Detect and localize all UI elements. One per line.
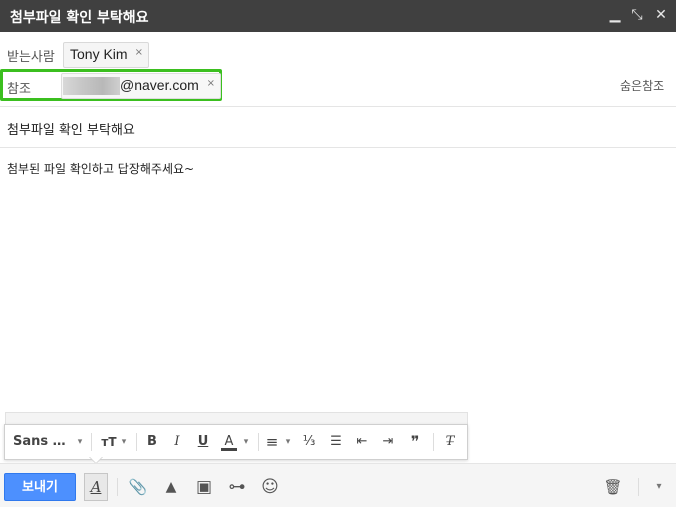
bold-icon[interactable]: B (143, 433, 161, 451)
toolbar-separator (136, 433, 137, 451)
google-drive-icon[interactable]: ▲ (161, 477, 181, 497)
quote-icon[interactable]: ❞ (406, 433, 424, 451)
compose-window-title: 첨부파일 확인 부탁해요 (10, 10, 149, 26)
italic-icon[interactable]: I (168, 433, 186, 451)
indent-more-icon[interactable]: ⇥ (379, 433, 397, 451)
toolbar-separator (91, 433, 92, 451)
font-size-icon[interactable]: тT (99, 433, 119, 451)
bcc-link[interactable]: 숨은참조 (620, 77, 664, 94)
recipient-name: Tony Kim (70, 46, 128, 62)
color-dropdown-icon[interactable]: ▾ (241, 433, 251, 451)
to-row[interactable]: 받는사람 Tony Kim × (0, 38, 676, 70)
insert-photo-icon[interactable]: ▣ (194, 477, 214, 497)
formatting-options-icon[interactable]: A (84, 473, 108, 501)
compose-bottom-bar: 보내기 A 📎 ▲ ▣ ⊶ ☺ 🗑 ▾ (0, 463, 676, 507)
bottom-separator (638, 478, 639, 496)
insert-link-icon[interactable]: ⊶ (227, 477, 247, 497)
cc-label: 참조 (7, 82, 31, 97)
font-dropdown-icon[interactable]: ▾ (75, 433, 85, 451)
send-button[interactable]: 보내기 (4, 473, 76, 501)
remove-cc-icon[interactable]: × (207, 78, 215, 89)
emoji-icon[interactable]: ☺ (260, 477, 280, 497)
message-body[interactable]: 첨부된 파일 확인하고 답장해주세요~ (7, 160, 194, 177)
toolbar-separator (258, 433, 259, 451)
to-label: 받는사람 (7, 50, 55, 65)
cc-email: @naver.com (120, 77, 199, 93)
size-dropdown-icon[interactable]: ▾ (119, 433, 129, 451)
redacted-email-blur (63, 77, 120, 95)
subject-field[interactable]: 첨부파일 확인 부탁해요 (7, 119, 135, 138)
formatting-toolbar: Sans … ▾ тT ▾ B I U A ▾ ≡ ▾ ⅓ ☰ ⇤ ⇥ ❞ T̶ (4, 424, 468, 460)
remove-recipient-icon[interactable]: × (135, 47, 143, 58)
align-icon[interactable]: ≡ (264, 433, 280, 451)
bottom-separator (117, 478, 118, 496)
toolbar-separator (433, 433, 434, 451)
expand-icon[interactable]: ⤡ (628, 6, 646, 24)
header-divider (0, 106, 676, 107)
underline-icon[interactable]: U (194, 433, 212, 451)
clear-formatting-icon[interactable]: T̶ (441, 433, 459, 451)
font-family-select[interactable]: Sans … (13, 433, 71, 451)
more-options-icon[interactable]: ▾ (649, 477, 669, 497)
compose-title-bar[interactable]: 첨부파일 확인 부탁해요 ▁ ⤡ ✕ (0, 0, 676, 32)
minimize-icon[interactable]: ▁ (606, 6, 624, 24)
discard-draft-icon[interactable]: 🗑 (603, 477, 623, 497)
text-color-icon[interactable]: A (221, 433, 237, 451)
subject-divider (0, 147, 676, 148)
attach-files-icon[interactable]: 📎 (128, 477, 148, 497)
close-icon[interactable]: ✕ (652, 6, 670, 24)
indent-less-icon[interactable]: ⇤ (353, 433, 371, 451)
recipient-chip[interactable]: Tony Kim × (63, 42, 149, 68)
align-dropdown-icon[interactable]: ▾ (283, 433, 293, 451)
bulleted-list-icon[interactable]: ☰ (327, 433, 345, 451)
numbered-list-icon[interactable]: ⅓ (300, 433, 318, 451)
